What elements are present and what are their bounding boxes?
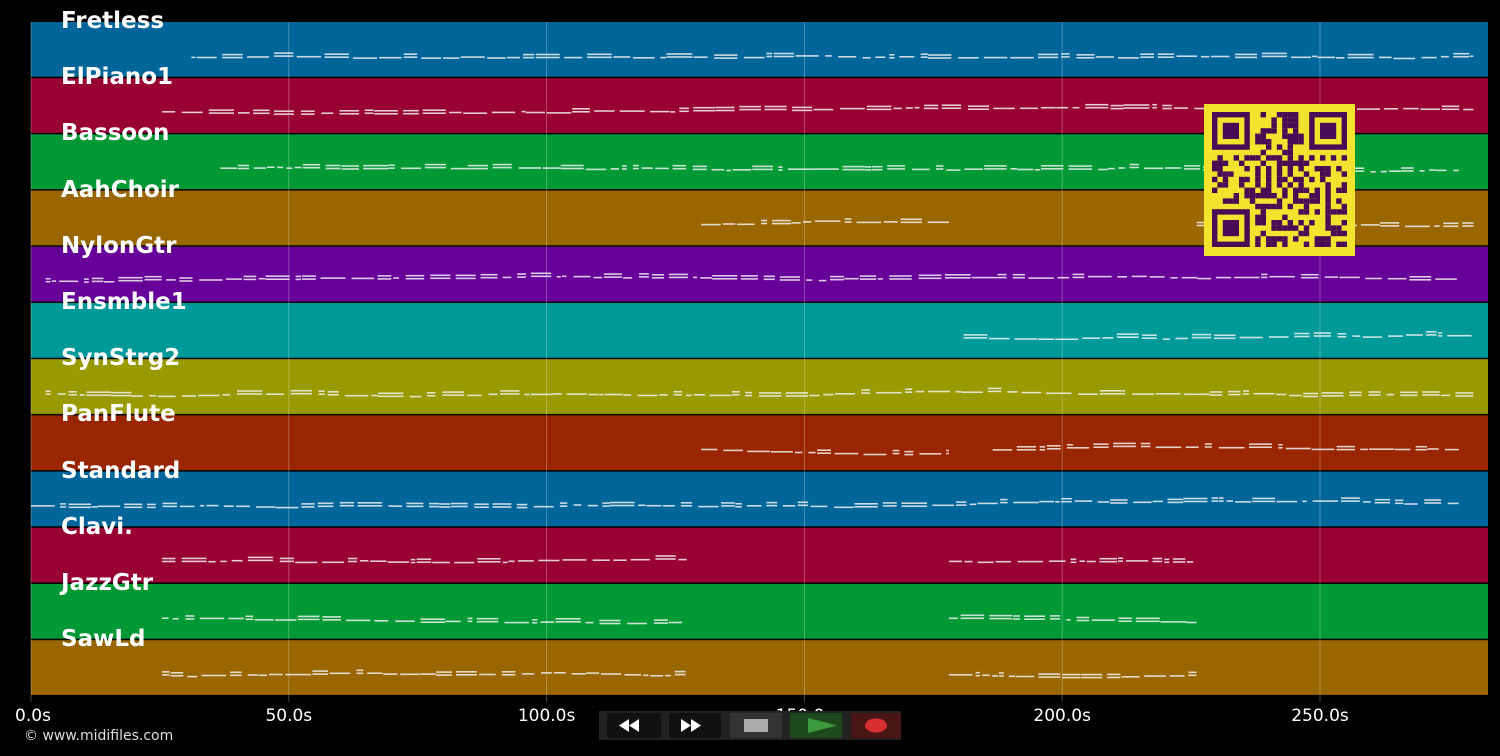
time-tick-label: 250.0s [1291,706,1349,726]
time-tick-label: 0.0s [15,706,51,726]
stop-icon [744,719,768,732]
track-lane [31,303,1488,358]
rewind-icon [619,719,639,732]
track-lane [31,584,1488,639]
play-button[interactable] [790,713,842,738]
transport-controls [599,711,901,740]
rewind-button[interactable] [607,713,661,738]
stop-button[interactable] [730,713,782,738]
track-label: Standard [61,457,181,484]
track-lane [31,415,1488,471]
fast-forward-icon [681,719,701,732]
track-label: Clavi. [61,513,133,540]
track-lane [31,359,1488,414]
time-tick-label: 100.0s [517,706,576,726]
track-label: SawLd [61,626,146,653]
track-label: Fretless [61,8,165,34]
track-label: SynStrg2 [61,345,181,372]
qr-code [1204,104,1355,256]
track-label: AahChoir [61,176,179,203]
track-label: JazzGtr [61,570,154,596]
play-icon [808,718,837,733]
record-icon [865,718,887,733]
track-label: ElPiano1 [61,64,174,91]
time-tick-label: 200.0s [1033,706,1091,726]
track-lane [31,640,1488,695]
track-label: NylonGtr [61,232,177,259]
copyright-text: © www.midifiles.com [24,728,174,744]
track-label: Ensmble1 [61,289,187,315]
fast-forward-button[interactable] [669,713,721,738]
track-lane [31,22,1488,77]
time-tick-label: 50.0s [265,706,313,726]
track-label: Bassoon [61,120,170,147]
track-label: PanFlute [61,401,176,428]
record-button[interactable] [851,713,901,738]
track-lane [31,527,1488,583]
